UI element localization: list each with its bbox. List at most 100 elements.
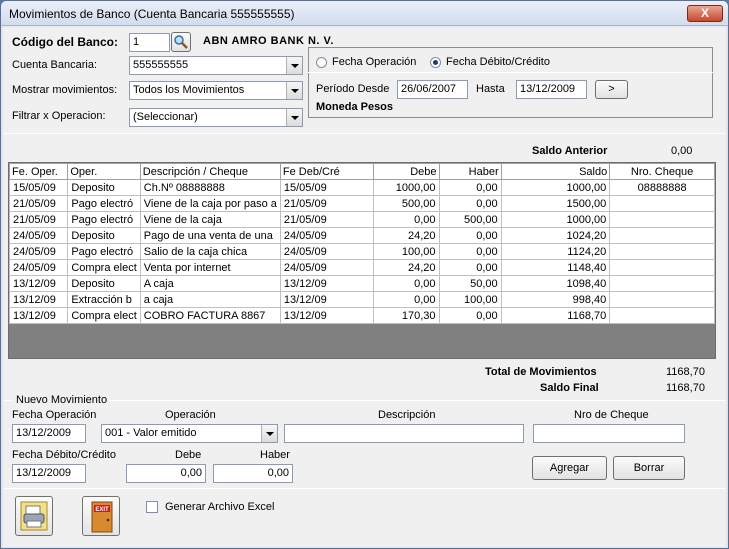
table-row[interactable]: 15/05/09 Deposito Ch.Nº 08888888 15/05/09 10… [8,179,715,196]
table-cell: 1148,40 [500,259,611,276]
radio-fecha-operacion[interactable] [316,57,327,68]
column-header[interactable]: Haber [438,163,502,180]
table-cell: a caja [139,291,281,308]
print-button[interactable] [15,496,53,536]
bank-code-input[interactable]: 1 [129,33,170,52]
table-cell: 100,00 [438,291,502,308]
table-cell: 1000,00 [500,179,611,196]
new-cheque-label: Nro de Cheque [574,409,649,421]
excel-checkbox[interactable] [146,501,158,513]
table-row[interactable]: 13/12/09 Deposito A caja 13/12/09 0,00 50,00 1… [8,275,715,292]
table-cell: A caja [139,275,281,292]
table-row[interactable]: 24/05/09 Pago electró Salio de la caja chi… [8,243,715,260]
show-movements-value: Todos los Movimientos [133,84,245,96]
table-row[interactable]: 13/12/09 Compra elect COBRO FACTURA 8867 13… [8,307,715,324]
bank-search-button[interactable] [171,32,191,52]
new-operacion-label: Operación [165,409,216,421]
new-fecha-op-input[interactable]: 13/12/2009 [12,424,86,443]
section-divider-top [3,133,726,134]
new-fecha-op-label: Fecha Operación [12,409,97,421]
table-cell: Extracción b [67,291,141,308]
client-area: Código del Banco: 1 ABN AMRO BANK N. V. … [3,27,726,547]
exit-sign-text: EXIT [95,507,109,513]
table-row[interactable]: 21/05/09 Pago electró Viene de la caja por… [8,195,715,212]
table-cell: 21/05/09 [8,195,69,212]
period-to-input[interactable]: 13/12/2009 [516,80,587,99]
radio-fecha-operacion-label: Fecha Operación [332,56,417,68]
table-cell: 24/05/09 [279,259,375,276]
table-cell [609,243,715,260]
table-cell [609,275,715,292]
table-cell: Viene de la caja por paso a [139,195,281,212]
radio-fecha-debito-credito-label: Fecha Débito/Crédito [446,56,550,68]
new-fecha-dc-input[interactable]: 13/12/2009 [12,464,86,483]
period-from-input[interactable]: 26/06/2007 [397,80,468,99]
filter-select[interactable]: (Seleccionar) [129,108,303,127]
column-header[interactable]: Fe. Oper. [8,163,69,180]
account-select[interactable]: 555555555 [129,56,303,75]
table-row[interactable]: 24/05/09 Compra elect Venta por internet 24… [8,259,715,276]
column-header[interactable]: Descripción / Cheque [139,163,281,180]
table-cell: 0,00 [438,243,502,260]
total-movements-value: 1168,70 [666,366,705,378]
table-cell: 50,00 [438,275,502,292]
main-window: Movimientos de Banco (Cuenta Bancaria 55… [0,0,729,549]
period-go-button[interactable]: > [595,80,628,99]
period-from-label: Período Desde [316,83,390,95]
table-cell: 24,20 [373,227,440,244]
currency-label: Moneda Pesos [316,101,394,113]
delete-button[interactable]: Borrar [613,456,685,480]
new-movement-title: Nuevo Movimiento [13,394,111,406]
table-cell: 24/05/09 [8,259,69,276]
table-cell: 13/12/09 [8,307,69,324]
table-header-row: Fe. Oper. Oper. Descripción / Cheque Fe Deb… [8,163,715,180]
filter-select-value: (Seleccionar) [133,111,198,123]
account-select-value: 555555555 [133,59,189,71]
table-cell: 21/05/09 [279,195,375,212]
table-cell: Deposito [67,227,141,244]
new-debe-input[interactable]: 0,00 [126,464,206,483]
column-header[interactable]: Oper. [67,163,141,180]
exit-button[interactable]: EXIT [82,496,120,536]
table-cell: Compra elect [67,259,141,276]
excel-checkbox-label: Generar Archivo Excel [165,501,275,513]
new-cheque-input[interactable] [533,424,685,443]
new-operacion-select[interactable]: 001 - Valor emitido [101,424,278,443]
movements-grid: Fe. Oper. Oper. Descripción / Cheque Fe Deb… [8,162,716,359]
table-row[interactable]: 24/05/09 Deposito Pago de una venta de una… [8,227,715,244]
table-cell: 13/12/09 [8,291,69,308]
table-cell [609,259,715,276]
table-cell: 0,00 [373,291,440,308]
new-haber-input[interactable]: 0,00 [213,464,293,483]
table-cell: 0,00 [438,227,502,244]
table-cell: Viene de la caja [139,211,281,228]
table-cell [609,211,715,228]
table-cell: 24/05/09 [279,227,375,244]
add-button[interactable]: Agregar [532,456,607,480]
show-movements-select[interactable]: Todos los Movimientos [129,81,303,100]
filter-label: Filtrar x Operacion: [12,110,106,122]
printer-icon [20,501,48,531]
column-header[interactable]: Fe Deb/Cré [279,163,375,180]
window-title: Movimientos de Banco (Cuenta Bancaria 55… [9,7,295,21]
column-header[interactable]: Saldo [500,163,611,180]
table-cell: 15/05/09 [8,179,69,196]
table-cell [609,291,715,308]
final-balance-label: Saldo Final [540,382,599,394]
table-cell: 13/12/09 [279,291,375,308]
close-button[interactable]: X [687,5,723,22]
new-descripcion-input[interactable] [284,424,524,443]
table-row[interactable]: 21/05/09 Pago electró Viene de la caja 21/0… [8,211,715,228]
column-header[interactable]: Nro. Cheque [609,163,715,180]
table-cell: COBRO FACTURA 8867 [139,307,281,324]
table-cell: 500,00 [438,211,502,228]
table-row[interactable]: 13/12/09 Extracción ba caja 13/12/09 0,00 10… [8,291,715,308]
table-cell: Ch.Nº 08888888 [139,179,281,196]
table-cell [609,307,715,324]
table-cell: 08888888 [609,179,715,196]
table-cell: 0,00 [438,195,502,212]
column-header[interactable]: Debe [373,163,440,180]
table-cell: 1024,20 [500,227,611,244]
radio-fecha-debito-credito[interactable] [430,57,441,68]
table-cell: 21/05/09 [279,211,375,228]
